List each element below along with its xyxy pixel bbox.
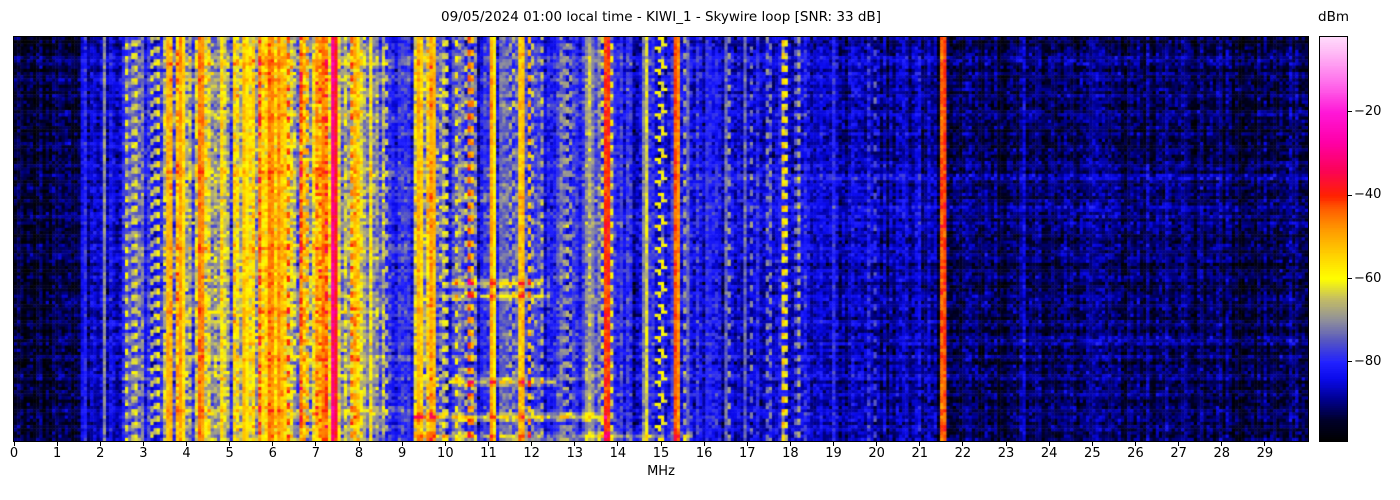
x-tick-label: 14 bbox=[609, 446, 627, 461]
x-tick-label: 7 bbox=[311, 446, 321, 461]
x-tick-label: 28 bbox=[1213, 446, 1230, 461]
x-tick-label: 12 bbox=[523, 446, 540, 461]
colorbar-tick-label: −80 bbox=[1354, 354, 1382, 370]
colorbar-tick bbox=[1348, 361, 1352, 363]
x-tick-label: 9 bbox=[398, 446, 407, 461]
plot-title: 09/05/2024 01:00 local time - KIWI_1 - S… bbox=[441, 9, 881, 25]
x-tick-label: 24 bbox=[1040, 446, 1058, 461]
x-tick-label: 19 bbox=[825, 446, 842, 461]
colorbar bbox=[1319, 36, 1348, 442]
colorbar-tick-label: −40 bbox=[1354, 187, 1382, 203]
colorbar-title: dBm bbox=[1318, 9, 1349, 25]
colorbar-tick bbox=[1348, 111, 1352, 113]
colorbar-tick bbox=[1348, 194, 1352, 196]
x-tick-label: 5 bbox=[225, 446, 234, 461]
x-tick-label: 16 bbox=[695, 446, 713, 461]
x-tick-label: 1 bbox=[52, 446, 62, 461]
colorbar-tick bbox=[1348, 278, 1352, 280]
x-tick-label: 18 bbox=[782, 446, 799, 461]
x-tick-label: 11 bbox=[480, 446, 497, 461]
x-tick-label: 23 bbox=[997, 446, 1015, 461]
x-tick-label: 22 bbox=[954, 446, 972, 461]
x-tick-label: 2 bbox=[96, 446, 105, 461]
x-tick-label: 15 bbox=[652, 446, 670, 461]
x-tick-label: 10 bbox=[437, 446, 454, 461]
waterfall-plot bbox=[13, 36, 1309, 442]
x-tick-label: 21 bbox=[911, 446, 929, 461]
x-tick-label: 6 bbox=[268, 446, 277, 461]
spectrogram-page: 09/05/2024 01:00 local time - KIWI_1 - S… bbox=[0, 0, 1400, 500]
x-tick-label: 3 bbox=[139, 446, 148, 461]
colorbar-tick-label: −60 bbox=[1354, 270, 1382, 286]
x-axis-title: MHz bbox=[647, 464, 675, 479]
x-tick-label: 25 bbox=[1084, 446, 1101, 461]
x-tick-label: 8 bbox=[354, 446, 364, 461]
x-tick-label: 26 bbox=[1127, 446, 1144, 461]
waterfall-canvas bbox=[14, 37, 1308, 441]
x-tick-label: 0 bbox=[9, 446, 19, 461]
x-tick-label: 17 bbox=[738, 446, 756, 461]
x-tick-label: 29 bbox=[1256, 446, 1274, 461]
x-tick-label: 20 bbox=[868, 446, 885, 461]
x-tick-label: 27 bbox=[1170, 446, 1187, 461]
x-tick-label: 13 bbox=[566, 446, 583, 461]
colorbar-tick-label: −20 bbox=[1354, 104, 1382, 120]
x-tick-label: 4 bbox=[182, 446, 191, 461]
colorbar-canvas bbox=[1320, 37, 1347, 441]
